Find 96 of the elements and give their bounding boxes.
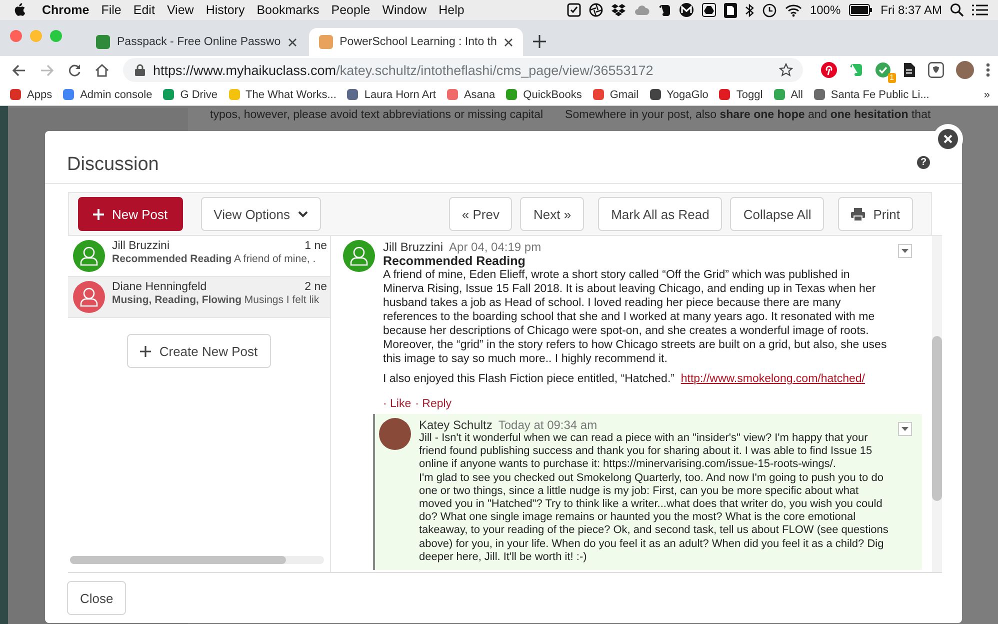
collapse-all-button[interactable]: Collapse All — [730, 197, 824, 231]
bookmark-item[interactable]: G Drive — [163, 88, 218, 100]
address-field[interactable]: https://www.myhaikuclass.com/katey.schultz/intotheflashi/cms_page/view/36553172 — [123, 58, 803, 82]
mark-all-read-button[interactable]: Mark All as Read — [598, 197, 722, 231]
bookmark-item[interactable]: Apps — [10, 88, 52, 100]
aperture-icon[interactable] — [588, 3, 603, 17]
browser-tab[interactable]: Passpack - Free Online Passwo — [86, 28, 307, 56]
page-text: Somewhere in your post, also share one hope and one hesitation that — [565, 108, 931, 122]
checkbox-icon[interactable] — [566, 3, 581, 17]
lock-icon — [135, 64, 145, 76]
bluetooth-icon[interactable] — [744, 2, 754, 18]
wifi-icon[interactable] — [784, 4, 802, 16]
list-icon[interactable] — [972, 4, 988, 16]
profile-avatar[interactable] — [956, 61, 974, 79]
post-author: Jill Bruzzini — [383, 240, 444, 254]
menu-bar-clock[interactable]: Fri 8:37 AM — [880, 3, 942, 17]
m-logo-icon[interactable] — [678, 3, 694, 17]
dropdown-toggle-icon[interactable] — [898, 244, 912, 258]
new-count: 2 ne — [304, 281, 327, 293]
bookmark-item[interactable]: Asana — [446, 88, 496, 100]
apple-icon[interactable] — [14, 3, 26, 17]
dropdown-toggle-icon[interactable] — [898, 422, 912, 436]
thread-author: Jill Bruzzini — [112, 240, 171, 252]
document-icon[interactable] — [724, 2, 737, 18]
thread-summary: Musing, Reading, Flowing Musings I felt lik — [112, 293, 320, 308]
avatar-placeholder — [379, 418, 411, 450]
vertical-scrollbar[interactable] — [932, 236, 942, 572]
back-arrow-icon[interactable] — [12, 64, 26, 76]
more-menu-icon[interactable] — [986, 63, 990, 77]
bookmark-item[interactable]: Santa Fe Public Li... — [814, 88, 930, 100]
bookmark-item[interactable]: Admin console — [63, 88, 152, 100]
close-button[interactable]: Close — [67, 581, 126, 615]
post-action-link[interactable]: · Reply — [415, 398, 452, 410]
post-action-link[interactable]: · Like — [383, 398, 412, 410]
post-text: A friend of mine, Eden Elieff, wrote a short story called “Off the Grid” which was published in Minerva Rising, Issue 15 Fall 2018. It is about leaving Chicago, and ending up in Texas when her husband takes a job as Head of school. I loved reading her piece because there are many references to the boarding school that she and I worked at many years ago. It resonated with me because her descriptions of Chicago were spot-on, and she creates a wonderful image of roots. Moreover, the “grid” in the story refers to how Chicago streets are built on a grid, but also, she uses this image to say so much more.. I highly recommend it. — [383, 268, 888, 366]
user-avatar-icon — [343, 240, 375, 272]
home-icon[interactable] — [95, 64, 109, 76]
bookmark-item[interactable]: Laura Horn Art — [347, 88, 436, 100]
menu-item[interactable]: View — [166, 3, 194, 17]
bookmark-item[interactable]: All — [774, 88, 803, 100]
horizontal-scrollbar[interactable] — [70, 556, 324, 564]
bookmark-item[interactable]: The What Works... — [228, 88, 336, 100]
menu-item[interactable]: File — [101, 3, 122, 17]
reload-icon[interactable] — [68, 64, 81, 76]
next-button[interactable]: Next » — [520, 197, 584, 231]
view-options-dropdown[interactable]: View Options — [200, 197, 321, 231]
thread-author: Diane Henningfeld — [112, 281, 208, 293]
chevron-down-icon — [298, 210, 308, 218]
post-text: I also enjoyed this Flash Fiction piece entitled, “Hatched.” http://www.smokelong.com/hatched/ — [383, 372, 866, 386]
menu-item[interactable]: Window — [382, 3, 427, 17]
menu-item[interactable]: Edit — [133, 3, 155, 17]
reply-text: Jill - Isn't it wonderful when we can read a piece with an "insider's" view? I'm happy that your friend found publishing success and thank you for sharing about it. I was able to find Issue 15 online if anyone wants to purchase it: https://minervarising.com/issue-15-roots-wings/. — [419, 432, 874, 472]
close-icon[interactable] — [288, 38, 297, 46]
bookmark-item[interactable]: YogaGlo — [650, 88, 708, 100]
bookmark-item[interactable]: Toggl — [719, 88, 763, 100]
notification-badge: 1 — [888, 73, 896, 83]
print-button[interactable]: Print — [838, 197, 913, 231]
url-text: https://www.myhaikuclass.com/katey.schultz/intotheflashi/cms_page/view/36553172 — [153, 62, 654, 78]
previous-button[interactable]: « Prev — [448, 197, 512, 231]
menu-item[interactable]: Help — [438, 3, 464, 17]
clock-icon[interactable] — [762, 2, 777, 18]
document-icon[interactable] — [903, 62, 916, 78]
plus-icon — [140, 346, 152, 356]
thread-summary: Recommended Reading A friend of mine, . — [112, 252, 316, 267]
app-menu[interactable]: Chrome — [42, 3, 90, 17]
post-title: Recommended Reading — [383, 254, 526, 268]
thread-item[interactable]: Diane Henningfeld 2 ne Musing, Reading, Flowing Musings I felt lik — [68, 277, 330, 318]
menu-item[interactable]: Bookmarks — [256, 3, 320, 17]
star-icon[interactable] — [779, 63, 793, 77]
check-circle-icon[interactable] — [875, 62, 891, 78]
post-date: Today at 09:34 am — [498, 418, 598, 432]
bookmark-item[interactable]: Gmail — [592, 88, 639, 100]
dialog-title: Discussion — [67, 154, 160, 176]
post-link[interactable]: http://www.smokelong.com/hatched/ — [680, 373, 865, 385]
close-icon[interactable] — [504, 38, 513, 46]
battery-icon[interactable] — [848, 4, 873, 16]
bookmarks-overflow-button[interactable]: » — [984, 88, 990, 100]
menu-item[interactable]: History — [206, 3, 245, 17]
shield-icon[interactable] — [928, 62, 944, 78]
battery-percentage: 100% — [810, 3, 841, 17]
browser-tab[interactable]: PowerSchool Learning : Into th — [308, 28, 523, 56]
plus-icon — [93, 208, 104, 220]
printer-icon — [851, 208, 866, 220]
new-tab-icon[interactable] — [532, 34, 546, 48]
create-new-post-button[interactable]: Create New Post — [127, 334, 271, 368]
bookmark-item[interactable]: QuickBooks — [506, 88, 582, 100]
reply-text: I'm glad to see you checked out Smokelong Quarterly, too. And now I'm going to push you to do one or two things, since a little nudge is my job: First, can you be more specific about what moved you in "Hatched"? Try to think like a writer...what does that writer do, you wish you could do? What one single image remains or haunted you the most? What is the core emotional takeaway, to your reading of the piece? Ok, and second task, tell us about FLOW (see questions above) for you, in your life. When do you feel it as an adult? When did you feel it as a child? Dig deeper here, Jill. It'll be worth it! :-) — [419, 472, 890, 564]
page-text: typos, however, please avoid text abbreviations or missing capital — [210, 108, 544, 122]
post-author: Katey Schultz — [419, 418, 492, 432]
new-post-button[interactable]: New Post — [78, 197, 183, 231]
help-button[interactable]: ? — [917, 156, 930, 168]
dropbox-icon[interactable] — [610, 3, 626, 17]
menu-item[interactable]: People — [331, 3, 370, 17]
new-count: 1 ne — [304, 240, 327, 252]
search-icon[interactable] — [950, 3, 964, 17]
post-date: Apr 04, 04:19 pm — [449, 240, 542, 254]
